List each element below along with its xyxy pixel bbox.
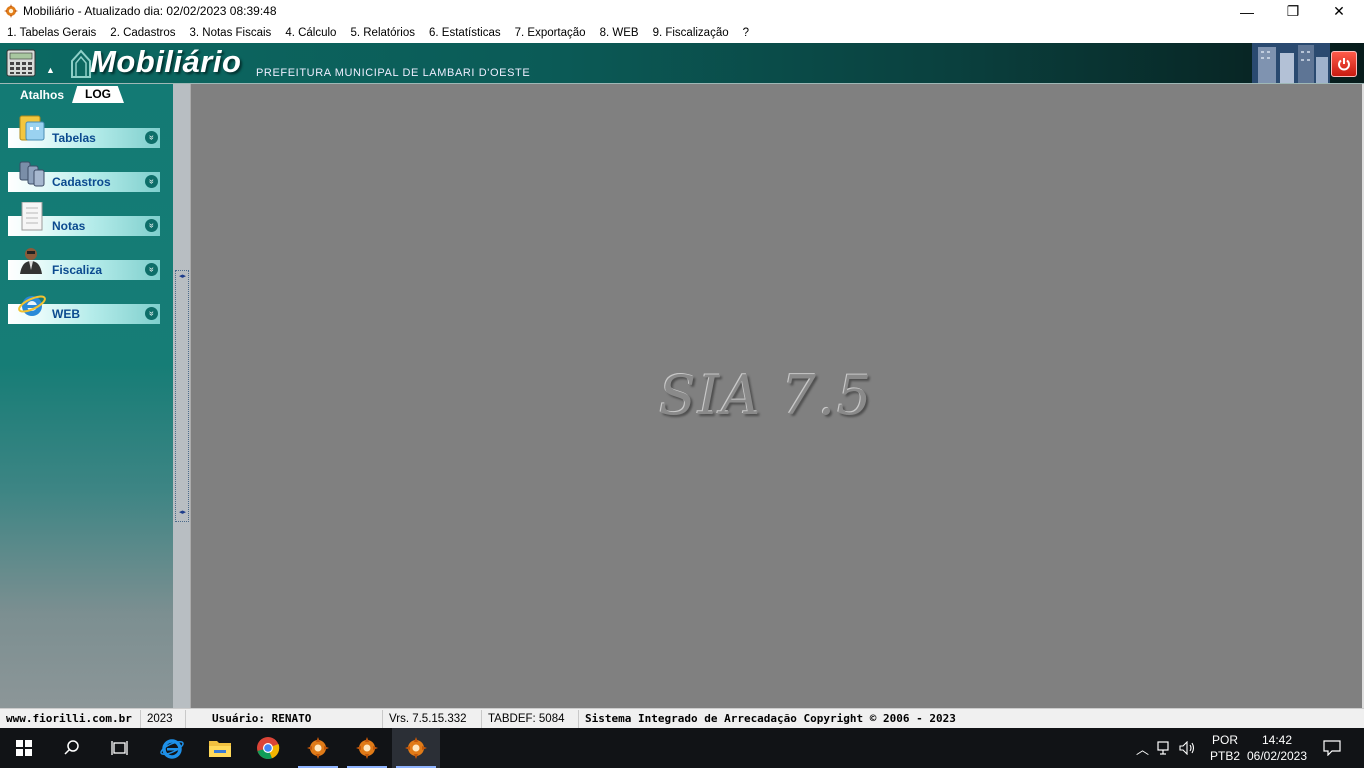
windows-taskbar: ︿ POR PTB2 14:42 06/02/2023 [0,728,1364,768]
sidebar-item-label: Notas [52,219,86,233]
status-user: Usuário: RENATO [186,710,383,728]
city-buildings-icon [1252,43,1330,83]
menu-help[interactable]: ? [736,27,756,39]
clock-time: 14:42 [1261,733,1293,747]
menu-notas-fiscais[interactable]: 3. Notas Fiscais [183,27,279,39]
task-view-button[interactable] [96,728,144,768]
tab-atalhos[interactable]: Atalhos [20,88,64,102]
fiorilli-app-icon [405,737,427,759]
main-workspace: SIA 7.5 [190,84,1363,708]
status-year: 2023 [141,710,186,728]
language-label: POR [1212,733,1239,747]
menu-fiscalizacao[interactable]: 9. Fiscalização [646,27,736,39]
menu-estatisticas[interactable]: 6. Estatísticas [422,27,508,39]
restore-button[interactable]: ❐ [1270,0,1316,23]
building-logo-icon [71,49,91,78]
notes-icon [21,202,43,231]
search-icon [64,740,79,755]
taskbar-internet-explorer[interactable] [148,728,196,768]
keyboard-layout-label: PTB2 [1210,749,1241,763]
fiorilli-app-icon [307,737,329,759]
notifications-button[interactable] [1318,728,1346,768]
windows-logo-icon [16,740,32,756]
splitter-handle[interactable]: ◂▸ ◂▸ [175,270,189,522]
input-language[interactable]: POR PTB2 [1210,728,1240,768]
chrome-icon [257,737,280,760]
internet-explorer-icon [18,295,46,316]
sidebar-splitter[interactable]: ◂▸ ◂▸ [173,84,190,708]
sidebar-item-label: Fiscaliza [52,263,103,277]
registers-icon [19,161,45,187]
municipality-name: PREFEITURA MUNICIPAL DE LAMBARI D'OESTE [256,67,531,79]
volume-icon[interactable] [1179,741,1197,755]
version-watermark: SIA 7.5 [659,364,874,427]
minimize-button[interactable]: — [1224,0,1270,23]
power-exit-button[interactable] [1331,51,1357,77]
fiorilli-app-icon [4,4,18,18]
sidebar-item-label: Cadastros [52,175,111,189]
chevron-down-icon[interactable]: » [145,219,158,232]
taskbar-fiorilli-app-3[interactable] [392,728,440,768]
taskbar-fiorilli-app-2[interactable] [343,728,391,768]
clock-date: 06/02/2023 [1246,749,1308,763]
chevron-up-icon[interactable]: ︿ [1136,739,1149,758]
sidebar-item-cadastros[interactable]: Cadastros » [8,161,160,192]
status-website: www.fiorilli.com.br [0,710,141,728]
menu-bar: 1. Tabelas Gerais 2. Cadastros 3. Notas … [0,23,1364,43]
window-title: Mobiliário - Atualizado dia: 02/02/2023 … [23,4,277,18]
sidebar-item-label: WEB [52,307,80,321]
sidebar-item-tabelas[interactable]: Tabelas » [8,115,160,148]
system-tray: ︿ [1136,728,1205,768]
close-button[interactable]: ✕ [1316,0,1362,23]
sidebar-item-fiscaliza[interactable]: Fiscaliza » [8,248,160,280]
app-banner: ▲ Mobiliário PREFEITURA MUNICIPAL DE LAM… [0,43,1364,84]
taskbar-chrome[interactable] [244,728,292,768]
title-bar: Mobiliário - Atualizado dia: 02/02/2023 … [0,0,1364,23]
inspector-icon [20,248,42,274]
chevron-down-icon[interactable]: » [145,175,158,188]
app-name: Mobiliário [90,44,242,79]
clock[interactable]: 14:42 06/02/2023 [1246,728,1308,768]
status-version: Vrs. 7.5.15.332 [383,710,482,728]
menu-exportacao[interactable]: 7. Exportação [508,27,593,39]
network-icon[interactable] [1157,741,1173,755]
search-button[interactable] [48,728,96,768]
menu-cadastros[interactable]: 2. Cadastros [103,27,182,39]
folder-icon [209,741,231,757]
fiorilli-app-icon [356,737,378,759]
menu-calculo[interactable]: 4. Cálculo [278,27,343,39]
status-bar: www.fiorilli.com.br 2023 Usuário: RENATO… [0,708,1364,729]
menu-relatorios[interactable]: 5. Relatórios [343,27,422,39]
taskbar-file-explorer[interactable] [196,728,244,768]
banner-menu-caret[interactable]: ▲ [46,65,55,75]
menu-web[interactable]: 8. WEB [593,27,646,39]
collapse-left-icon[interactable]: ◂▸ [179,509,186,516]
start-button[interactable] [0,728,48,768]
calculator-icon[interactable] [6,49,36,77]
status-tabdef: TABDEF: 5084 [482,710,579,728]
tab-log[interactable]: LOG [72,86,124,103]
notification-icon [1323,740,1341,756]
sidebar-item-label: Tabelas [52,131,96,145]
tables-icon [19,115,45,141]
collapse-left-icon[interactable]: ◂▸ [179,273,186,280]
chevron-down-icon[interactable]: » [145,307,158,320]
sidebar-item-web[interactable]: WEB » [8,295,160,324]
status-copyright: Sistema Integrado de Arrecadação Copyrig… [585,712,956,725]
internet-explorer-icon [160,739,184,759]
menu-tabelas-gerais[interactable]: 1. Tabelas Gerais [0,27,103,39]
power-icon [1338,58,1350,71]
task-view-icon [111,741,128,755]
chevron-down-icon[interactable]: » [145,131,158,144]
shortcuts-sidebar: Atalhos LOG Tabelas » Cadastros » Notas … [0,84,173,708]
taskbar-fiorilli-app-1[interactable] [294,728,342,768]
chevron-down-icon[interactable]: » [145,263,158,276]
sidebar-item-notas[interactable]: Notas » [8,202,160,236]
